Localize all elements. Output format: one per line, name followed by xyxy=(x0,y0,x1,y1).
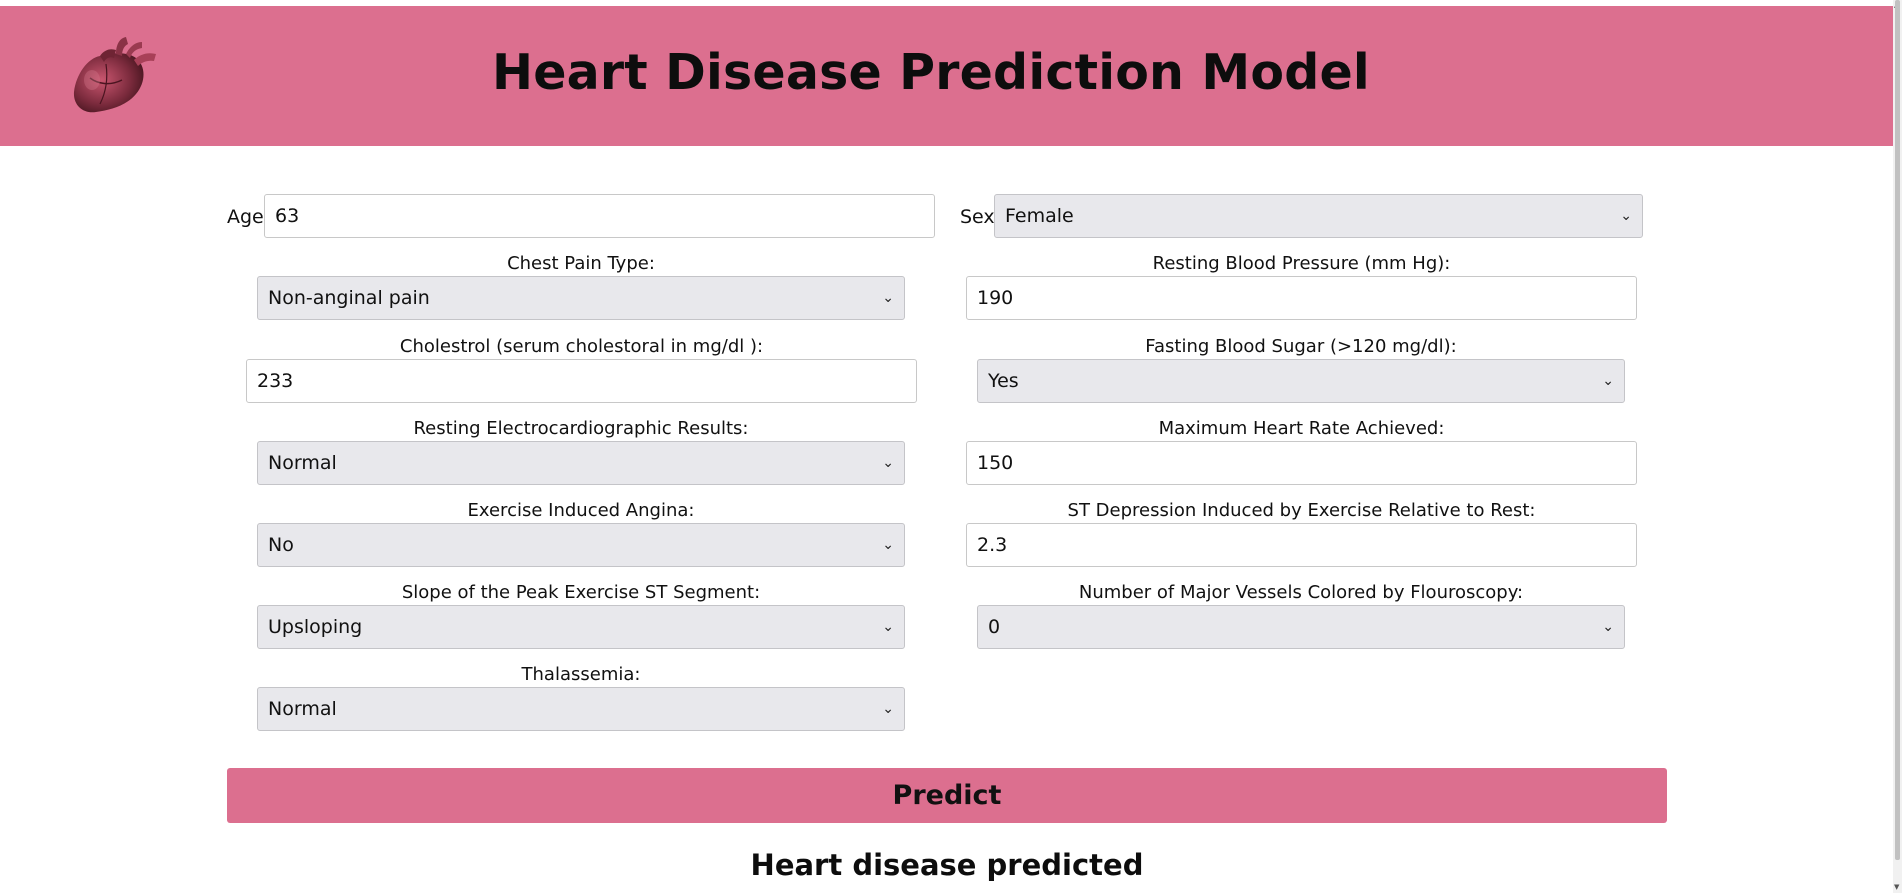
fasting-sugar-select-value: Yes xyxy=(988,370,1019,392)
resting-bp-input-value: 190 xyxy=(977,287,1014,309)
predict-button-label: Predict xyxy=(892,780,1002,811)
prediction-result: Heart disease predicted xyxy=(750,848,1144,882)
slope-label: Slope of the Peak Exercise ST Segment: xyxy=(401,582,761,603)
chevron-down-icon: ⌄ xyxy=(882,537,894,553)
chevron-down-icon: ⌄ xyxy=(1620,208,1632,224)
slope-select[interactable]: Upsloping ⌄ xyxy=(257,605,905,649)
chevron-down-icon: ⌄ xyxy=(882,619,894,635)
scrollbar-thumb[interactable] xyxy=(1895,0,1900,860)
resting-bp-input[interactable]: 190 xyxy=(966,276,1637,320)
st-depression-label: ST Depression Induced by Exercise Relati… xyxy=(1067,500,1536,521)
scroll-down-icon[interactable]: ▼ xyxy=(1894,883,1899,891)
thalassemia-label: Thalassemia: xyxy=(521,664,641,685)
max-heart-rate-input[interactable]: 150 xyxy=(966,441,1637,485)
st-depression-input-value: 2.3 xyxy=(977,534,1008,556)
vertical-scrollbar[interactable]: ▲ ▼ xyxy=(1893,0,1902,893)
chest-pain-label: Chest Pain Type: xyxy=(507,253,655,274)
thalassemia-select[interactable]: Normal ⌄ xyxy=(257,687,905,731)
fasting-sugar-label: Fasting Blood Sugar (>120 mg/dl): xyxy=(1145,336,1457,357)
chest-pain-select-value: Non-anginal pain xyxy=(268,287,430,309)
resting-ecg-label: Resting Electrocardiographic Results: xyxy=(413,418,749,439)
predict-button[interactable]: Predict xyxy=(227,768,1667,823)
chevron-down-icon: ⌄ xyxy=(882,290,894,306)
cholesterol-input[interactable]: 233 xyxy=(246,359,917,403)
exercise-angina-label: Exercise Induced Angina: xyxy=(467,500,695,521)
chevron-down-icon: ⌄ xyxy=(1602,373,1614,389)
resting-bp-label: Resting Blood Pressure (mm Hg): xyxy=(1152,253,1451,274)
age-input-value: 63 xyxy=(275,205,300,227)
chest-pain-select[interactable]: Non-anginal pain ⌄ xyxy=(257,276,905,320)
sex-select-value: Female xyxy=(1005,205,1074,227)
major-vessels-select-value: 0 xyxy=(988,616,1001,638)
page-title: Heart Disease Prediction Model xyxy=(492,44,1370,101)
max-heart-rate-label: Maximum Heart Rate Achieved: xyxy=(1158,418,1445,439)
cholesterol-label: Cholestrol (serum cholestoral in mg/dl )… xyxy=(399,336,764,357)
page-header: Heart Disease Prediction Model xyxy=(0,6,1893,146)
major-vessels-label: Number of Major Vessels Colored by Flour… xyxy=(1078,582,1524,603)
chevron-down-icon: ⌄ xyxy=(882,701,894,717)
sex-select[interactable]: Female ⌄ xyxy=(994,194,1643,238)
thalassemia-select-value: Normal xyxy=(268,698,337,720)
anatomical-heart-icon xyxy=(73,37,156,113)
max-heart-rate-input-value: 150 xyxy=(977,452,1014,474)
age-input[interactable]: 63 xyxy=(264,194,935,238)
exercise-angina-select-value: No xyxy=(268,534,294,556)
resting-ecg-select-value: Normal xyxy=(268,452,337,474)
resting-ecg-select[interactable]: Normal ⌄ xyxy=(257,441,905,485)
fasting-sugar-select[interactable]: Yes ⌄ xyxy=(977,359,1625,403)
major-vessels-select[interactable]: 0 ⌄ xyxy=(977,605,1625,649)
chevron-down-icon: ⌄ xyxy=(1602,619,1614,635)
exercise-angina-select[interactable]: No ⌄ xyxy=(257,523,905,567)
st-depression-input[interactable]: 2.3 xyxy=(966,523,1637,567)
slope-select-value: Upsloping xyxy=(268,616,363,638)
cholesterol-input-value: 233 xyxy=(257,370,294,392)
chevron-down-icon: ⌄ xyxy=(882,455,894,471)
